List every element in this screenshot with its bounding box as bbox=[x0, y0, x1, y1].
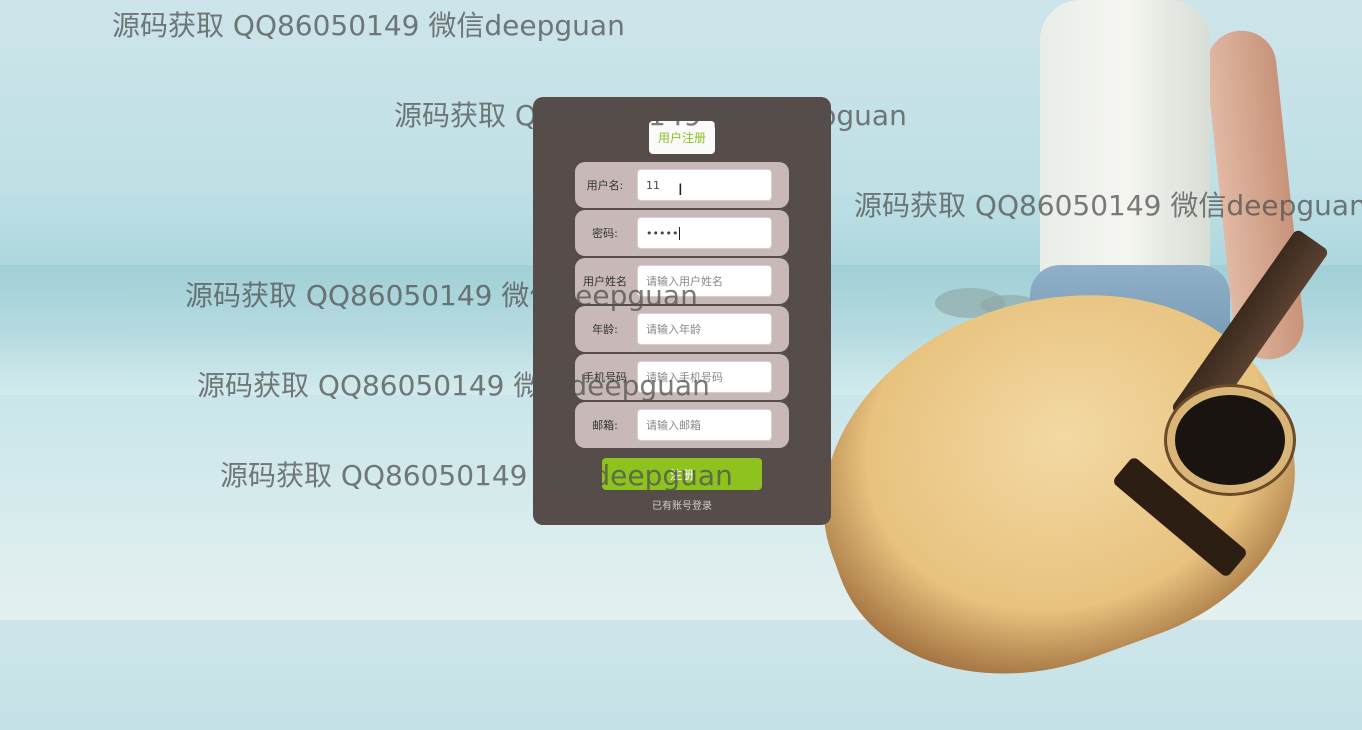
username-value: 11 bbox=[646, 178, 660, 192]
text-caret bbox=[679, 226, 681, 240]
shirt bbox=[1040, 0, 1210, 290]
username-input[interactable]: 11 bbox=[637, 169, 772, 201]
password-value: ••••• bbox=[646, 226, 679, 240]
guitar-soundhole bbox=[1175, 395, 1285, 485]
age-input[interactable]: 请输入年龄 bbox=[637, 313, 772, 345]
field-row-password: 密码: ••••• bbox=[575, 210, 789, 256]
watermark-text: 源码获取 QQ86050149 微信deepguan bbox=[854, 189, 1362, 222]
password-input[interactable]: ••••• bbox=[637, 217, 772, 249]
watermark-text: 源码获取 QQ86050149 微信deepguan bbox=[185, 279, 698, 312]
field-row-email: 邮箱: 请输入邮箱 bbox=[575, 402, 789, 448]
email-label: 邮箱: bbox=[592, 418, 618, 432]
watermark-text: 源码获取 QQ86050149 微信deepguan bbox=[394, 99, 907, 132]
watermark-text: 源码获取 QQ86050149 微信deepguan bbox=[112, 9, 625, 42]
watermark-text: 源码获取 QQ86050149 微信deepguan bbox=[220, 459, 733, 492]
watermark-text: 源码获取 QQ86050149 微信deepguan bbox=[197, 369, 710, 402]
email-input[interactable]: 请输入邮箱 bbox=[637, 409, 772, 441]
password-label: 密码: bbox=[592, 226, 618, 240]
text-cursor-icon: I bbox=[678, 180, 683, 199]
login-link[interactable]: 已有账号登录 bbox=[533, 497, 831, 512]
username-label: 用户名: bbox=[586, 178, 624, 192]
